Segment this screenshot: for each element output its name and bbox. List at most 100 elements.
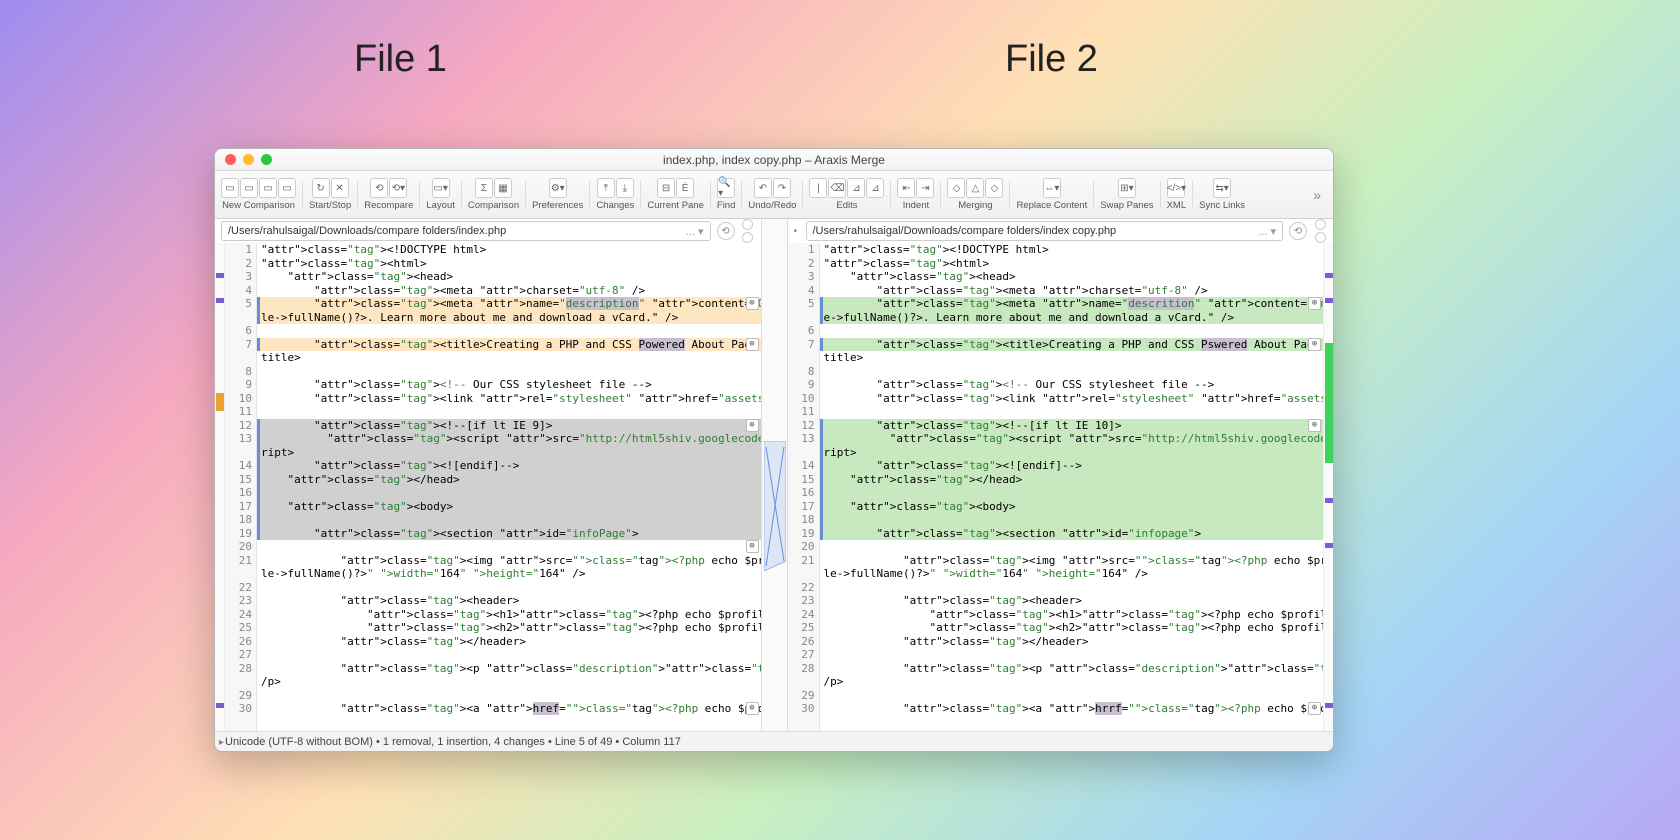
toolbar-button[interactable]: ▭ bbox=[240, 178, 258, 198]
diff-mark[interactable] bbox=[1325, 343, 1333, 463]
code-line[interactable]: le->fullName()?>" ">width="164" ">height… bbox=[820, 567, 1324, 581]
merge-button[interactable]: ⊕ bbox=[1308, 297, 1321, 310]
code-line[interactable] bbox=[257, 405, 761, 419]
merge-button[interactable]: ⊕ bbox=[746, 297, 759, 310]
toolbar-button[interactable]: </>▾ bbox=[1167, 178, 1185, 198]
code-line[interactable]: "attr">class="tag"><html> bbox=[257, 257, 761, 271]
toolbar-button[interactable]: ⊿ bbox=[847, 178, 865, 198]
merge-button[interactable]: ⊕ bbox=[1308, 702, 1321, 715]
toolbar-button[interactable]: Σ bbox=[475, 178, 493, 198]
code-line[interactable]: "attr">class="tag"><meta "attr">charset=… bbox=[257, 284, 761, 298]
pane-opt-icon[interactable] bbox=[1315, 219, 1326, 230]
diff-mark[interactable] bbox=[216, 273, 224, 278]
code-line[interactable]: title> bbox=[820, 351, 1324, 365]
code-line[interactable]: title> bbox=[257, 351, 761, 365]
toolbar-button[interactable]: △ bbox=[966, 178, 984, 198]
code-line[interactable]: "attr">class="tag"><img "attr">src="">cl… bbox=[257, 554, 761, 568]
code-line[interactable]: "attr">class="tag"></header> bbox=[820, 635, 1324, 649]
diff-mark[interactable] bbox=[1325, 498, 1333, 503]
code-line[interactable]: "attr">class="tag"><!DOCTYPE html> bbox=[257, 243, 761, 257]
code-line[interactable]: "attr">class="tag"><!-- Our CSS styleshe… bbox=[820, 378, 1324, 392]
pane-opt-icon[interactable] bbox=[1315, 232, 1326, 243]
toolbar-button[interactable]: ⇆▾ bbox=[1213, 178, 1231, 198]
code-line[interactable]: "attr">class="tag"><head> bbox=[820, 270, 1324, 284]
code-line[interactable] bbox=[257, 324, 761, 338]
right-path-input[interactable]: /Users/rahulsaigal/Downloads/compare fol… bbox=[806, 221, 1284, 241]
code-line[interactable] bbox=[257, 648, 761, 662]
code-line[interactable]: /p> bbox=[820, 675, 1324, 689]
toolbar-button[interactable]: ⌫ bbox=[828, 178, 846, 198]
merge-button[interactable]: ⊕ bbox=[746, 419, 759, 432]
overview-strip-left[interactable] bbox=[215, 243, 225, 731]
merge-button[interactable]: ⊕ bbox=[1308, 338, 1321, 351]
code-line[interactable]: "attr">class="tag"><link "attr">rel="sty… bbox=[820, 392, 1324, 406]
code-line[interactable]: "attr">class="tag"><!--[if lt IE 9]>⊕ bbox=[257, 419, 761, 433]
toolbar-button[interactable]: ▭ bbox=[221, 178, 239, 198]
diff-mark[interactable] bbox=[1325, 273, 1333, 278]
toolbar-button[interactable]: ⤒ bbox=[597, 178, 615, 198]
diff-mark[interactable] bbox=[216, 703, 224, 708]
pane-opt-icon[interactable] bbox=[742, 219, 753, 230]
code-line[interactable]: ⊕ bbox=[257, 540, 761, 554]
code-line[interactable]: "attr">class="tag"><section "attr">id="i… bbox=[257, 527, 761, 541]
overflow-icon[interactable]: » bbox=[1313, 187, 1327, 203]
merge-button[interactable]: ⊕ bbox=[1308, 419, 1321, 432]
code-line[interactable]: "attr">class="tag"></head> bbox=[257, 473, 761, 487]
toolbar-button[interactable]: ↷ bbox=[773, 178, 791, 198]
code-line[interactable]: "attr">class="tag"></header> bbox=[257, 635, 761, 649]
toolbar-button[interactable]: ⟲▾ bbox=[389, 178, 407, 198]
code-line[interactable] bbox=[820, 581, 1324, 595]
titlebar[interactable]: index.php, index copy.php – Araxis Merge bbox=[215, 149, 1333, 171]
toolbar-button[interactable]: ⚙▾ bbox=[549, 178, 567, 198]
toolbar-button[interactable]: ⇤ bbox=[897, 178, 915, 198]
toolbar-button[interactable]: ↻ bbox=[312, 178, 330, 198]
code-line[interactable]: "attr">class="tag"></head> bbox=[820, 473, 1324, 487]
code-line[interactable]: le->fullName()?>. Learn more about me an… bbox=[257, 311, 761, 325]
code-line[interactable] bbox=[820, 365, 1324, 379]
code-line[interactable] bbox=[257, 513, 761, 527]
merge-button[interactable]: ⊕ bbox=[746, 540, 759, 553]
code-line[interactable]: "attr">class="tag"><meta "attr">name="de… bbox=[820, 297, 1324, 311]
code-line[interactable]: "attr">class="tag"><a "attr">href="">cla… bbox=[257, 702, 761, 716]
code-line[interactable]: ript> bbox=[820, 446, 1324, 460]
left-path-input[interactable]: /Users/rahulsaigal/Downloads/compare fol… bbox=[221, 221, 711, 241]
code-line[interactable]: "attr">class="tag"><!--[if lt IE 10]>⊕ bbox=[820, 419, 1324, 433]
diff-mark[interactable] bbox=[216, 298, 224, 303]
code-line[interactable] bbox=[820, 405, 1324, 419]
code-right[interactable]: "attr">class="tag"><!DOCTYPE html>"attr"… bbox=[820, 243, 1324, 731]
code-line[interactable] bbox=[820, 324, 1324, 338]
toolbar-button[interactable]: ◇ bbox=[985, 178, 1003, 198]
code-line[interactable]: "attr">class="tag"><a "attr">hrrf="">cla… bbox=[820, 702, 1324, 716]
toolbar-button[interactable]: ▭▾ bbox=[432, 178, 450, 198]
toolbar-button[interactable]: ◇ bbox=[947, 178, 965, 198]
code-line[interactable] bbox=[820, 689, 1324, 703]
code-line[interactable] bbox=[257, 689, 761, 703]
code-line[interactable]: "attr">class="tag"><h2>"attr">class="tag… bbox=[257, 621, 761, 635]
code-line[interactable]: "attr">class="tag"><h2>"attr">class="tag… bbox=[820, 621, 1324, 635]
code-line[interactable]: "attr">class="tag"><html> bbox=[820, 257, 1324, 271]
diff-mark[interactable] bbox=[1325, 298, 1333, 303]
code-line[interactable]: "attr">class="tag"><script "attr">src="h… bbox=[257, 432, 761, 446]
code-line[interactable]: "attr">class="tag"><img "attr">src="">cl… bbox=[820, 554, 1324, 568]
code-line[interactable] bbox=[257, 365, 761, 379]
code-line[interactable]: "attr">class="tag"><link "attr">rel="sty… bbox=[257, 392, 761, 406]
code-line[interactable]: "attr">class="tag"><script "attr">src="h… bbox=[820, 432, 1324, 446]
history-icon[interactable]: ⟲ bbox=[1289, 222, 1307, 240]
toolbar-button[interactable]: ▦ bbox=[494, 178, 512, 198]
diff-mark[interactable] bbox=[216, 393, 224, 411]
code-line[interactable] bbox=[257, 581, 761, 595]
toolbar-button[interactable]: ⊿ bbox=[866, 178, 884, 198]
code-line[interactable]: "attr">class="tag"><body> bbox=[820, 500, 1324, 514]
toolbar-button[interactable]: ⊞▾ bbox=[1118, 178, 1136, 198]
code-line[interactable]: e->fullName()?>. Learn more about me and… bbox=[820, 311, 1324, 325]
code-line[interactable]: "attr">class="tag"><header> bbox=[820, 594, 1324, 608]
diff-mark[interactable] bbox=[1325, 703, 1333, 708]
merge-button[interactable]: ⊕ bbox=[746, 702, 759, 715]
code-line[interactable]: "attr">class="tag"><title>Creating a PHP… bbox=[257, 338, 761, 352]
code-line[interactable]: ript> bbox=[257, 446, 761, 460]
code-line[interactable]: "attr">class="tag"><meta "attr">charset=… bbox=[820, 284, 1324, 298]
code-line[interactable]: "attr">class="tag"><h1>"attr">class="tag… bbox=[257, 608, 761, 622]
code-line[interactable]: "attr">class="tag"><p "attr">class="desc… bbox=[820, 662, 1324, 676]
code-line[interactable] bbox=[820, 513, 1324, 527]
history-icon[interactable]: ⟲ bbox=[717, 222, 735, 240]
